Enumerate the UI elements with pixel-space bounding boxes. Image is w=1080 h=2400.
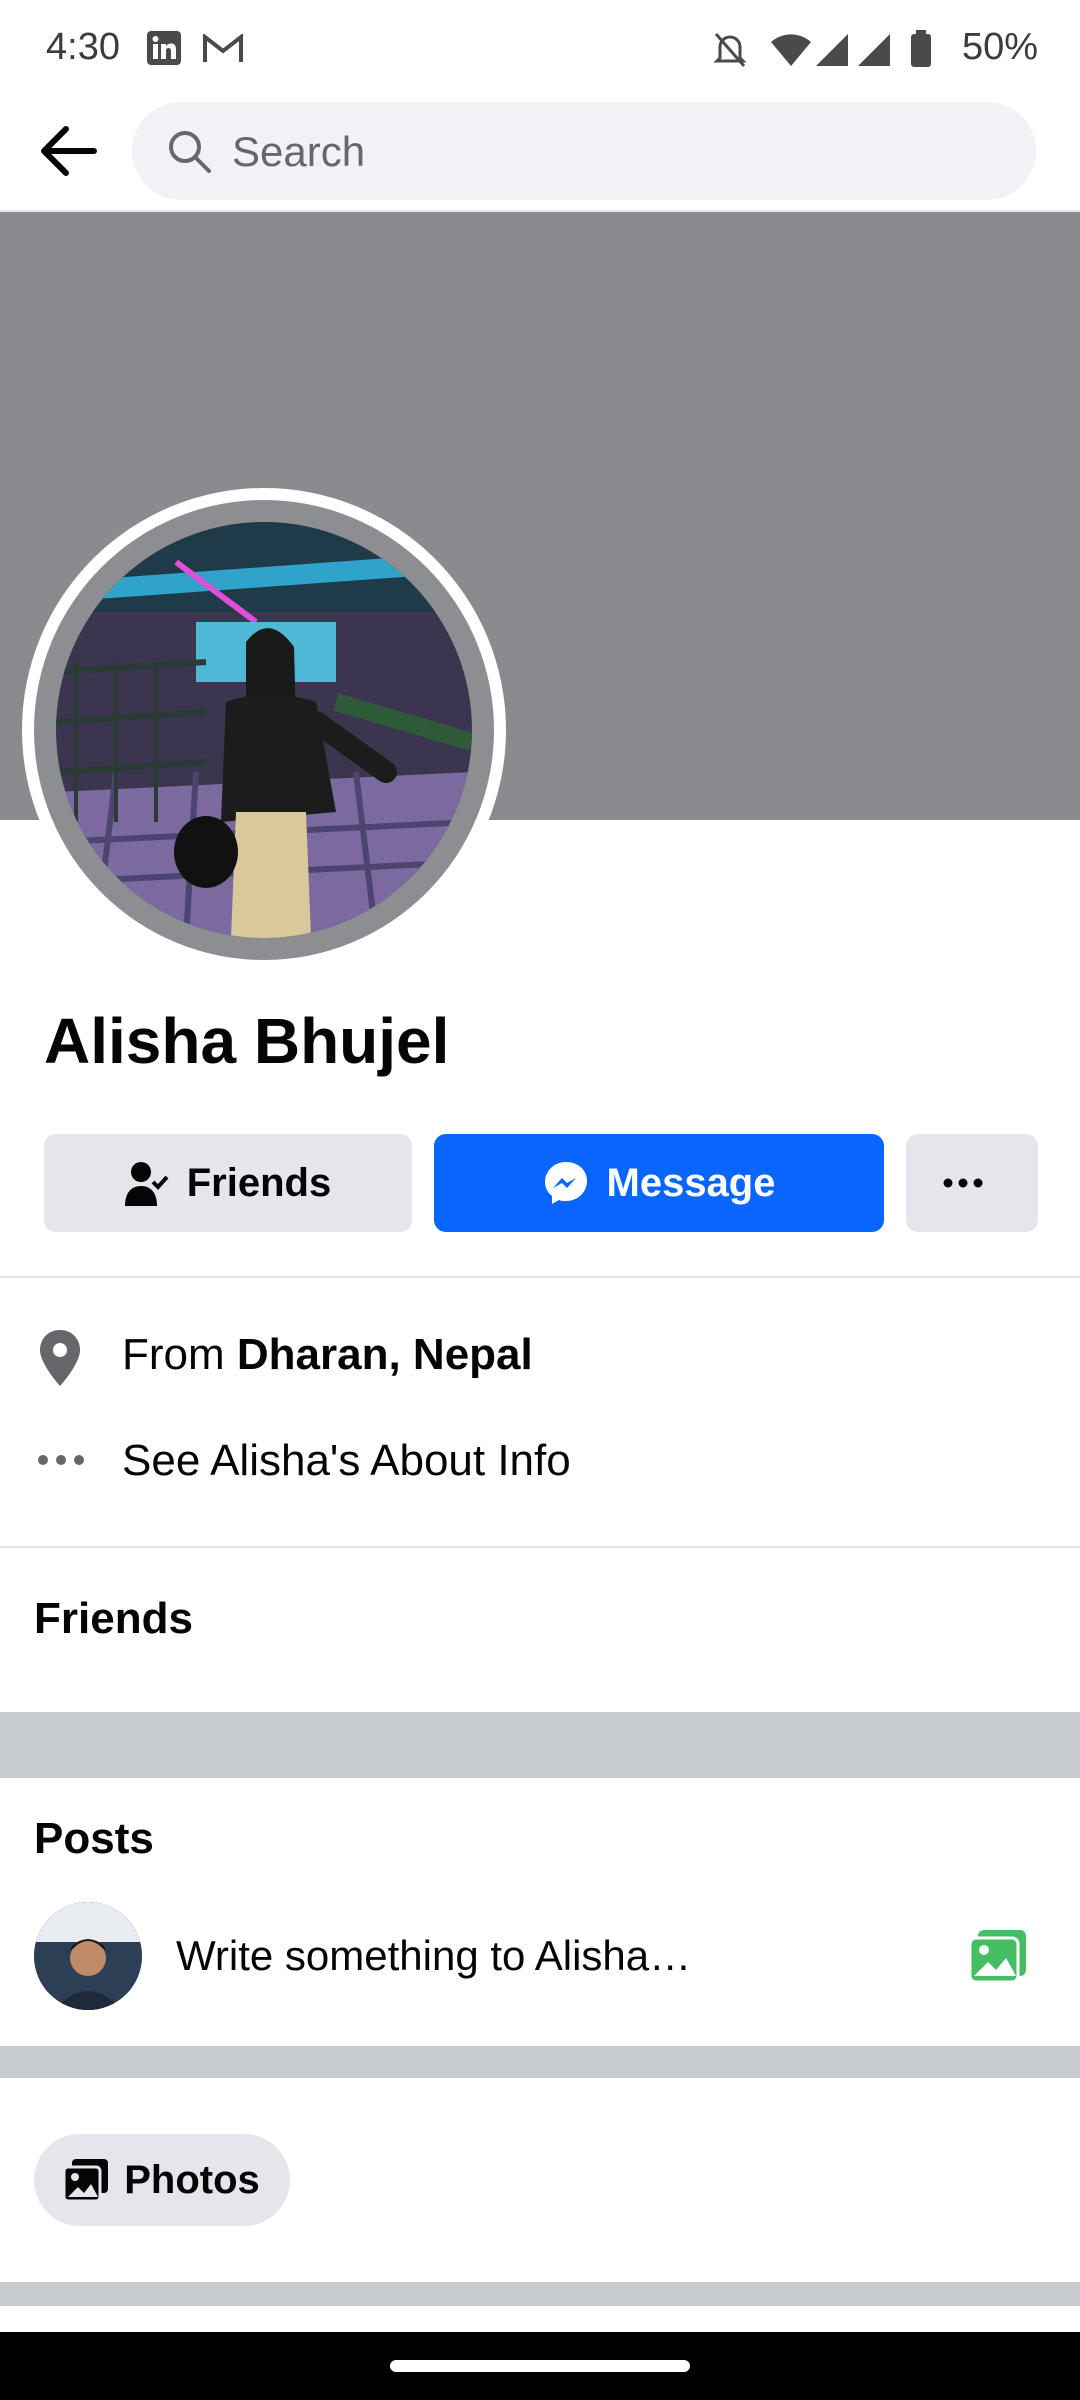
linkedin-icon <box>147 31 181 65</box>
divider <box>0 1276 1080 1278</box>
back-button[interactable] <box>30 118 106 184</box>
divider <box>0 1546 1080 1548</box>
messenger-icon <box>544 1162 587 1204</box>
signal-icon <box>816 34 848 66</box>
home-indicator[interactable] <box>390 2360 690 2372</box>
user-avatar[interactable] <box>34 1902 142 2010</box>
friend-check-icon <box>124 1162 169 1206</box>
from-place: Dharan, Nepal <box>236 1330 533 1379</box>
back-arrow-icon <box>41 126 97 176</box>
search-icon <box>169 131 211 173</box>
message-button[interactable]: Message <box>434 1134 884 1232</box>
profile-name: Alisha Bhujel <box>44 1005 450 1077</box>
friends-section-heading: Friends <box>34 1594 193 1643</box>
composer-input[interactable]: Write something to Alisha… <box>176 1932 691 1980</box>
search-input[interactable]: Search <box>132 102 1036 200</box>
wifi-icon <box>771 34 811 66</box>
status-time: 4:30 <box>46 26 120 68</box>
profile-picture[interactable] <box>56 522 472 938</box>
from-prefix: From <box>122 1330 225 1379</box>
more-dots-icon <box>943 1178 983 1188</box>
posts-section-heading: Posts <box>34 1814 154 1863</box>
section-separator <box>0 2282 1080 2306</box>
photos-button[interactable]: Photos <box>34 2134 290 2226</box>
see-about-info-link[interactable]: See Alisha's About Info <box>122 1436 571 1486</box>
battery-percent: 50% <box>961 26 1038 68</box>
more-dots-icon <box>38 1455 84 1465</box>
message-button-label: Message <box>606 1160 776 1205</box>
more-button[interactable] <box>906 1134 1038 1232</box>
search-placeholder: Search <box>232 128 366 175</box>
friends-button[interactable]: Friends <box>44 1134 412 1232</box>
status-bar: 4:30 50% <box>0 0 1080 96</box>
section-separator <box>0 2046 1080 2078</box>
photo-icon[interactable] <box>968 1928 1028 1984</box>
gmail-icon <box>203 34 243 62</box>
battery-icon <box>911 30 931 67</box>
friends-button-label: Friends <box>186 1160 332 1205</box>
location-pin-icon <box>40 1330 80 1386</box>
section-separator <box>0 1712 1080 1778</box>
photos-icon <box>64 2159 109 2201</box>
photos-button-label: Photos <box>124 2157 260 2202</box>
mute-icon <box>713 33 747 67</box>
signal-icon <box>858 34 890 66</box>
from-location: From Dharan, Nepal <box>122 1330 533 1380</box>
